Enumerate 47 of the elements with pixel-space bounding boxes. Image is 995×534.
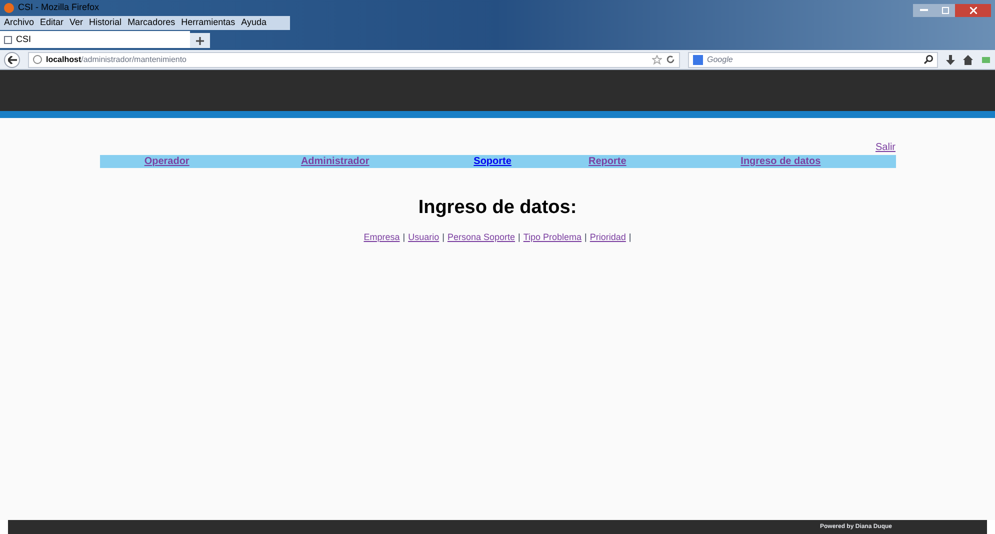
maximize-icon [942, 7, 948, 14]
search-placeholder: Google [707, 54, 734, 66]
browser-logo-icon [4, 3, 14, 13]
menu-item[interactable]: Ver [70, 16, 84, 30]
close-icon [970, 7, 976, 14]
search-engine-icon [693, 54, 703, 64]
main-menu-link[interactable]: Ingreso de datos [740, 156, 821, 166]
home-icon[interactable] [963, 54, 973, 64]
globe-icon [33, 55, 42, 64]
main-menu-link[interactable]: Reporte [588, 156, 626, 166]
link-separator: | [584, 230, 587, 244]
link-separator: | [442, 230, 444, 244]
url-text: localhost/administrador/mantenimiento [46, 54, 187, 66]
menu-item[interactable]: Ayuda [241, 16, 266, 30]
download-icon[interactable] [946, 54, 955, 64]
main-menu-link[interactable]: Soporte [474, 156, 512, 166]
back-button[interactable] [4, 52, 20, 68]
link-separator: | [518, 230, 520, 244]
data-entry-link[interactable]: Prioridad [590, 230, 626, 244]
data-entry-link[interactable]: Tipo Problema [523, 230, 582, 244]
address-field[interactable]: localhost/administrador/mantenimiento [28, 52, 680, 68]
window-title: CSI - Mozilla Firefox [18, 1, 100, 14]
plus-icon [196, 36, 204, 44]
reload-icon [666, 55, 675, 64]
main-menu-link[interactable]: Operador [144, 156, 190, 166]
menu-item[interactable]: Herramientas [181, 16, 236, 30]
search-field[interactable]: Google [688, 52, 938, 68]
menu-item[interactable]: Historial [89, 16, 122, 30]
link-separator: | [628, 230, 632, 244]
data-entry-link[interactable]: Usuario [408, 230, 440, 244]
browser-tab[interactable]: CSI [0, 31, 190, 48]
logout-link[interactable]: Salir [875, 140, 896, 155]
data-entry-link[interactable]: Empresa [364, 230, 400, 244]
back-arrow-icon [8, 56, 16, 64]
data-entry-link[interactable]: Persona Soporte [447, 230, 515, 244]
main-menu-link[interactable]: Administrador [300, 156, 370, 166]
menu-item[interactable]: Archivo [4, 16, 34, 30]
link-separator: | [402, 230, 406, 244]
minimize-icon [920, 9, 928, 12]
close-button[interactable] [955, 4, 991, 17]
menu-item[interactable]: Editar [40, 16, 64, 30]
page-icon [4, 36, 12, 44]
search-icon [924, 55, 933, 64]
menu-item[interactable]: Marcadores [128, 16, 176, 30]
page-heading: Ingreso de datos: [418, 196, 577, 220]
new-tab-button[interactable] [190, 33, 210, 48]
star-icon [652, 54, 662, 64]
